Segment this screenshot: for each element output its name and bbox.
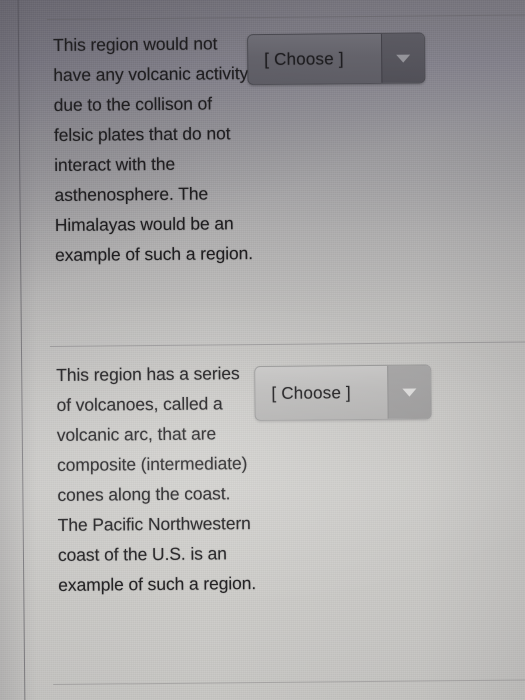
screen-photo: This region would not have any volcanic … (0, 0, 525, 700)
question-row-2: This region has a series of volcanoes, c… (50, 355, 525, 595)
divider-between-questions (49, 341, 525, 348)
question-2-prompt: This region has a series of volcanoes, c… (56, 363, 257, 595)
divider-top (46, 14, 525, 21)
question-2-dropdown-arrow-button[interactable] (387, 365, 431, 419)
question-2-dropdown-label: [ Choose ] (271, 382, 351, 403)
question-2-choose-dropdown[interactable]: [ Choose ] (254, 364, 432, 422)
content-left-border (17, 0, 26, 700)
question-1-dropdown-label: [ Choose ] (264, 48, 344, 69)
question-1-dropdown-arrow-button[interactable] (380, 33, 425, 83)
chevron-down-icon (402, 388, 417, 397)
question-1-prompt: This region would not have any volcanic … (52, 33, 254, 265)
question-1-choose-dropdown[interactable]: [ Choose ] (246, 32, 426, 86)
chevron-down-icon (396, 54, 411, 63)
quiz-content: This region would not have any volcanic … (0, 0, 525, 700)
divider-bottom (53, 679, 525, 686)
question-row-1: This region would not have any volcanic … (47, 25, 522, 265)
